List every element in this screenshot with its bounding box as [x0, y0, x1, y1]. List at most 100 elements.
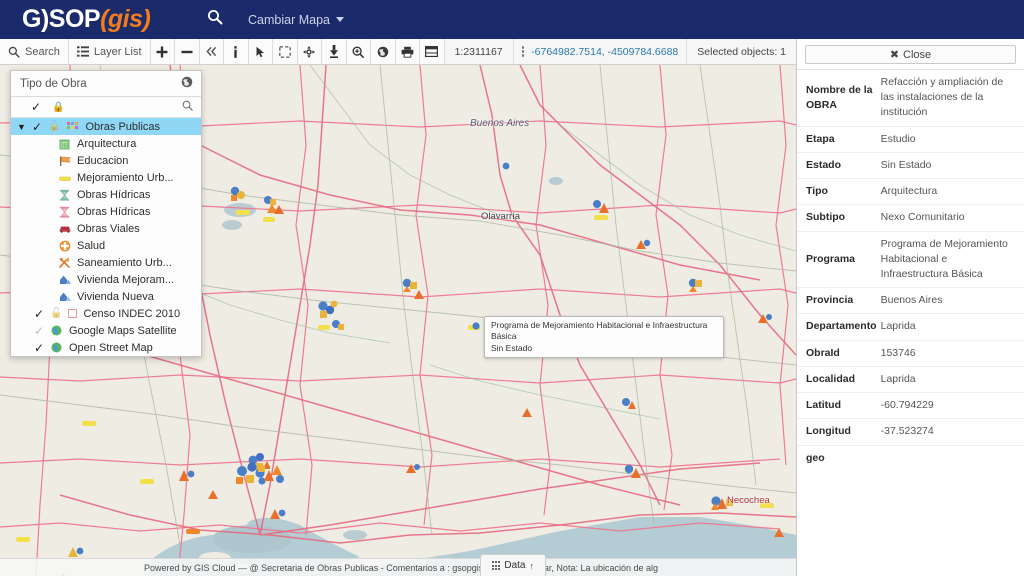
previous-extent-button[interactable]	[200, 39, 225, 64]
layer-item-google-maps-satellite[interactable]: ✓ Google Maps Satellite	[11, 322, 201, 339]
select-pointer-button[interactable]	[249, 39, 274, 64]
globe-layer-icon	[50, 342, 63, 354]
layer-item-label: Saneamiento Urb...	[77, 257, 172, 269]
layer-item-censo-indec-2010[interactable]: ✓ 🔓 Censo INDEC 2010	[11, 305, 201, 322]
layer-list-panel: Tipo de Obra ✓ 🔒 ▼ ✓ 🔓 Obras Publicas	[10, 70, 202, 357]
data-button-label: Data	[504, 560, 525, 571]
check-icon[interactable]: ✓	[34, 325, 44, 337]
lock-open-icon[interactable]: 🔓	[50, 308, 62, 319]
zoom-out-button[interactable]	[175, 39, 200, 64]
layer-search-icon[interactable]	[182, 100, 193, 114]
search-icon	[207, 9, 223, 30]
measure-button[interactable]	[322, 39, 347, 64]
close-button[interactable]: ✖ Close	[805, 45, 1016, 64]
globe-icon[interactable]	[181, 76, 193, 91]
attribute-value: -60.794229	[881, 393, 1024, 419]
layer-item-label: Vivienda Mejoram...	[77, 274, 174, 286]
drag-handle-icon[interactable]	[522, 46, 525, 57]
layer-item-educacion[interactable]: Educacion	[11, 152, 201, 169]
logo-accent-text: (gis)	[100, 5, 150, 34]
road-works-icon	[58, 223, 71, 235]
panel-split-button[interactable]	[420, 39, 445, 64]
check-icon[interactable]: ✓	[34, 308, 44, 320]
layer-item-salud[interactable]: Salud	[11, 237, 201, 254]
close-button-label: Close	[903, 49, 931, 61]
table-row: geo	[797, 445, 1024, 471]
feature-info-panel: ✖ Close Nombre de la OBRA Refacción y am…	[796, 39, 1024, 576]
water-works-alt-icon	[58, 206, 71, 218]
housing-new-icon	[58, 291, 71, 303]
layer-item-obras-viales[interactable]: Obras Viales	[11, 220, 201, 237]
attribute-value: -37.523274	[881, 419, 1024, 445]
layer-panel-toolrow: ✓ 🔒	[11, 97, 201, 118]
coordinate-readout[interactable]: -6764982.7514, -4509784.6688	[514, 39, 688, 64]
header-search-button[interactable]	[200, 0, 230, 39]
table-row: Longitud -37.523274	[797, 419, 1024, 445]
pan-move-button[interactable]	[298, 39, 323, 64]
attribute-value: Sin Estado	[881, 152, 1024, 178]
attribute-value: Buenos Aires	[881, 288, 1024, 314]
layer-item-arquitectura[interactable]: Arquitectura	[11, 135, 201, 152]
attribute-key: Longitud	[797, 419, 881, 445]
housing-improve-icon	[58, 274, 71, 286]
attribute-value: Programa de Mejoramiento Habitacional e …	[881, 231, 1024, 288]
data-panel-button[interactable]: Data ↑	[480, 554, 546, 576]
logo-primary-text: G)SOP	[22, 5, 100, 34]
health-cross-icon	[58, 240, 71, 252]
table-row: Programa Programa de Mejoramiento Habita…	[797, 231, 1024, 288]
layer-item-label: Vivienda Nueva	[77, 291, 154, 303]
layer-item-obras-hidricas-2[interactable]: Obras Hídricas	[11, 203, 201, 220]
globe-icon	[377, 46, 389, 58]
rectangle-select-button[interactable]	[273, 39, 298, 64]
layer-item-open-street-map[interactable]: ✓ Open Street Map	[11, 339, 201, 356]
zoom-in-button[interactable]	[151, 39, 176, 64]
check-icon[interactable]: ✓	[34, 342, 44, 354]
globe-button[interactable]	[371, 39, 396, 64]
layer-item-vivienda-mejoramiento[interactable]: Vivienda Mejoram...	[11, 271, 201, 288]
layer-list-button[interactable]: Layer List	[69, 39, 151, 64]
app-header: G)SOP(gis) Cambiar Mapa	[0, 0, 1024, 39]
attribute-value: Arquitectura	[881, 179, 1024, 205]
layer-list-label: Layer List	[94, 46, 142, 58]
attribute-key: Departamento	[797, 314, 881, 340]
table-row: Provincia Buenos Aires	[797, 288, 1024, 314]
table-row: Tipo Arquitectura	[797, 179, 1024, 205]
attribute-key: Latitud	[797, 393, 881, 419]
attribute-value	[881, 445, 1024, 471]
measure-icon	[329, 45, 339, 58]
layer-item-vivienda-nueva[interactable]: Vivienda Nueva	[11, 288, 201, 305]
layer-item-label: Obras Viales	[77, 223, 140, 235]
attribute-key: geo	[797, 445, 881, 471]
layer-item-saneamiento-urbano[interactable]: Saneamiento Urb...	[11, 254, 201, 271]
table-row: Localidad Laprida	[797, 366, 1024, 392]
layer-item-obras-hidricas-1[interactable]: Obras Hídricas	[11, 186, 201, 203]
zoom-search-button[interactable]	[347, 39, 372, 64]
lock-icon[interactable]: 🔒	[52, 102, 64, 113]
print-button[interactable]	[396, 39, 421, 64]
chevron-down-icon	[336, 17, 344, 22]
attribute-key: Tipo	[797, 179, 881, 205]
check-icon[interactable]: ✓	[32, 121, 42, 133]
layer-group-label: Obras Publicas	[85, 121, 160, 133]
layer-item-mejoramiento-urbano[interactable]: Mejoramiento Urb...	[11, 169, 201, 186]
search-tool-button[interactable]: Search	[0, 39, 69, 64]
layer-item-label: Censo INDEC 2010	[83, 308, 180, 320]
layer-group-obras-publicas[interactable]: ▼ ✓ 🔓 Obras Publicas	[11, 118, 201, 135]
info-i-icon	[230, 46, 241, 58]
app-logo[interactable]: G)SOP(gis)	[0, 0, 185, 39]
attribute-key: Programa	[797, 231, 881, 288]
info-panel-close-wrap: ✖ Close	[797, 39, 1024, 69]
minus-icon	[181, 46, 193, 58]
table-row: Nombre de la OBRA Refacción y ampliación…	[797, 70, 1024, 127]
lock-open-icon[interactable]: 🔓	[48, 121, 60, 132]
cambiar-mapa-dropdown[interactable]: Cambiar Mapa	[248, 13, 344, 27]
gis-application: G)SOP(gis) Cambiar Mapa Search	[0, 0, 1024, 576]
attribute-value: 153746	[881, 340, 1024, 366]
attribute-value: Nexo Comunitario	[881, 205, 1024, 231]
rectangle-select-icon	[279, 46, 291, 58]
selected-objects-status: Selected objects: 1	[687, 39, 796, 64]
identify-info-button[interactable]	[224, 39, 249, 64]
attribute-key: Estado	[797, 152, 881, 178]
check-icon[interactable]: ✓	[31, 101, 41, 113]
chevron-down-icon[interactable]: ▼	[17, 122, 26, 132]
